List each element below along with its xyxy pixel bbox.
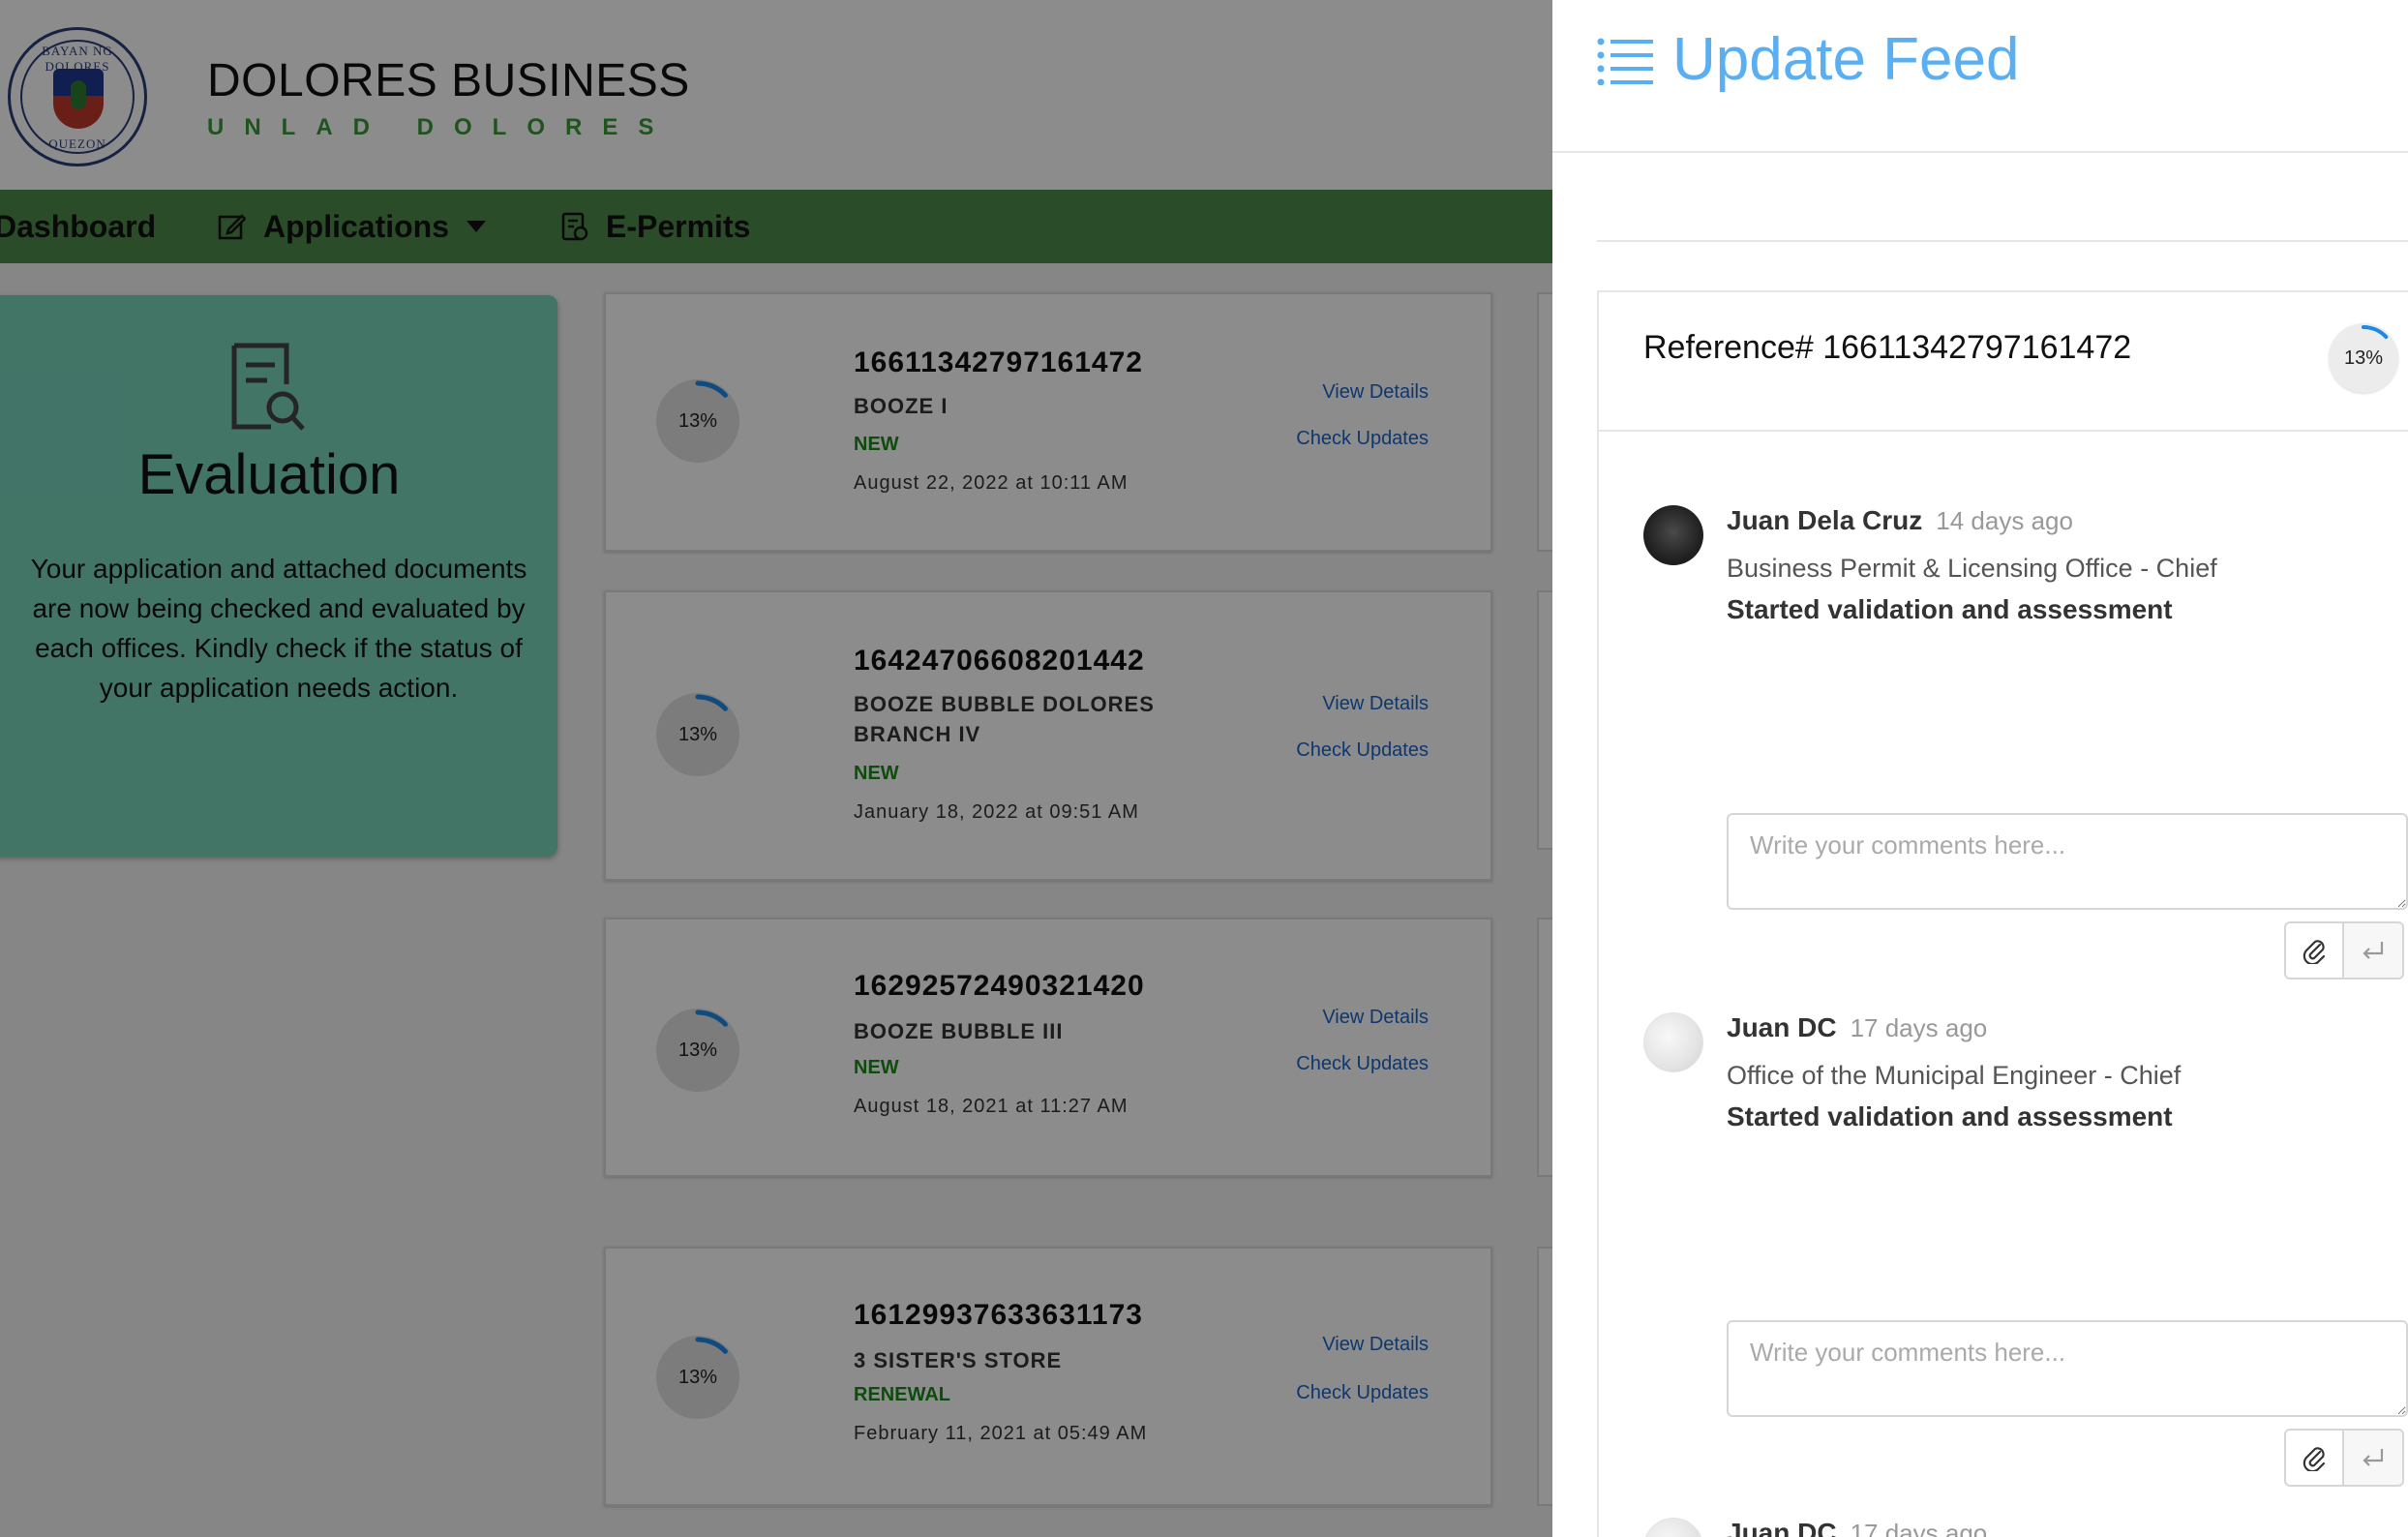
author-name: Juan DC (1727, 1518, 1837, 1537)
reference-progress-circle: 13% (2329, 323, 2398, 393)
list-icon (1597, 38, 1653, 85)
author-name: Juan Dela Cruz (1727, 505, 1923, 535)
paperclip-icon (2303, 940, 2326, 964)
enter-icon (2363, 942, 2384, 959)
entry-action: Started validation and assessment (1727, 1101, 2173, 1131)
comment-actions (2284, 921, 2408, 979)
entry-time: 14 days ago (1936, 506, 2073, 535)
send-comment-button[interactable] (2344, 921, 2404, 979)
enter-icon (2363, 1449, 2384, 1466)
panel-divider (1597, 240, 2408, 242)
modal-backdrop[interactable] (0, 0, 1552, 1537)
entry-office: Business Permit & Licensing Office - Chi… (1727, 554, 2217, 583)
send-comment-button[interactable] (2344, 1429, 2404, 1487)
avatar (1643, 1518, 1703, 1537)
update-feed-panel: Update Feed Reference# 16611342797161472… (1552, 0, 2408, 1537)
comment-actions (2284, 1429, 2408, 1487)
entry-author: Juan Dela Cruz 14 days ago (1727, 505, 2073, 536)
reference-header: Reference# 16611342797161472 13% (1599, 292, 2408, 432)
comment-input[interactable] (1727, 1320, 2408, 1417)
comment-input[interactable] (1727, 813, 2408, 910)
entry-office: Office of the Municipal Engineer - Chief (1727, 1061, 2182, 1090)
avatar (1643, 1012, 1703, 1072)
entry-time: 17 days ago (1850, 1519, 1988, 1537)
entry-action: Started validation and assessment (1727, 594, 2173, 624)
entry-author: Juan DC 17 days ago (1727, 1012, 1987, 1043)
paperclip-icon (2303, 1447, 2326, 1471)
attach-button[interactable] (2284, 921, 2344, 979)
entry-time: 17 days ago (1850, 1013, 1988, 1042)
reference-card: Reference# 16611342797161472 13% Juan De… (1597, 290, 2408, 1537)
panel-title: Update Feed (1672, 26, 2020, 93)
feed-entry: Juan DC 17 days ago Office of the Municip… (1643, 1012, 2408, 1516)
author-name: Juan DC (1727, 1012, 1837, 1042)
avatar (1643, 505, 1703, 565)
progress-label: 13% (2343, 347, 2384, 369)
attach-button[interactable] (2284, 1429, 2344, 1487)
feed-entry: Juan Dela Cruz 14 days ago Business Permi… (1643, 505, 2408, 1009)
entry-author: Juan DC 17 days ago (1727, 1518, 1987, 1537)
reference-number: Reference# 16611342797161472 (1643, 329, 2132, 366)
feed-entry: Juan DC 17 days ago (1643, 1518, 2408, 1537)
panel-header: Update Feed (1552, 0, 2408, 153)
